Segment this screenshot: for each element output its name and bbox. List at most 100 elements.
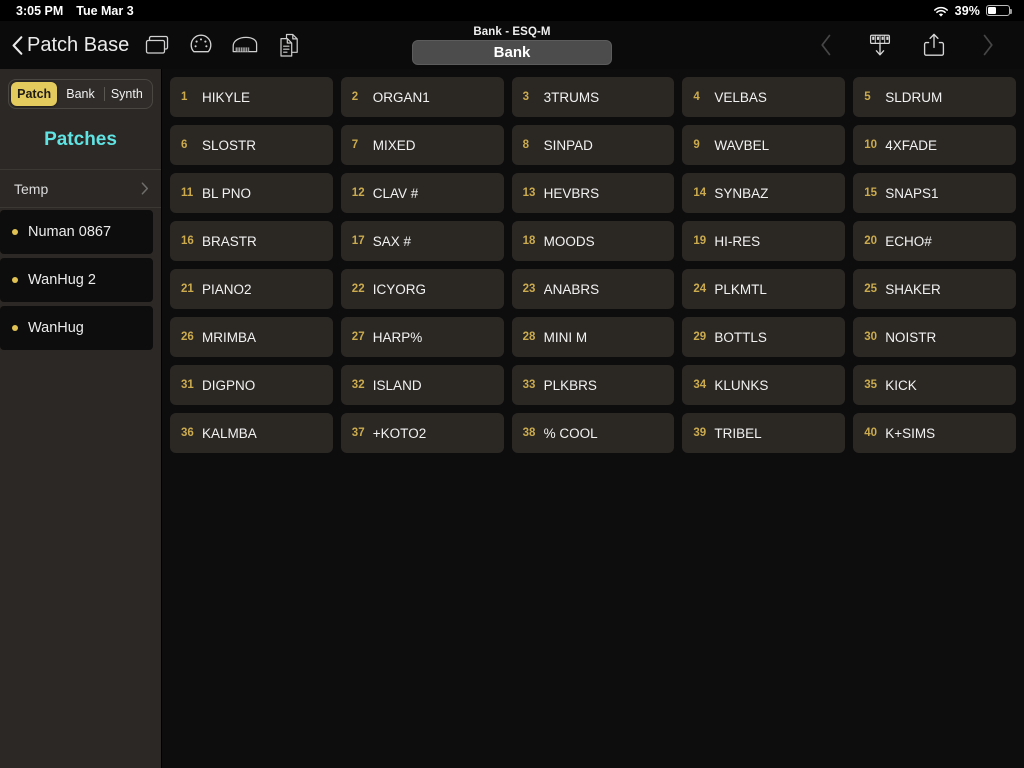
patch-cell[interactable]: 15 SNAPS1 (853, 173, 1016, 213)
patch-cell[interactable]: 37 +KOTO2 (340, 413, 504, 453)
midi-connector-icon[interactable] (179, 25, 223, 65)
patch-cell[interactable]: 4 VELBAS (682, 77, 846, 117)
status-dot-icon (12, 229, 18, 235)
duplicate-document-icon[interactable] (267, 25, 311, 65)
patch-cell[interactable]: 7 MIXED (340, 125, 504, 165)
patch-name: ECHO# (885, 233, 932, 249)
chevron-left-icon (12, 35, 23, 55)
patch-cell[interactable]: 1 HIKYLE (170, 77, 333, 117)
patch-cell[interactable]: 6 SLOSTR (170, 125, 333, 165)
patch-cell[interactable]: 12 CLAV # (340, 173, 504, 213)
send-to-synth-icon[interactable] (858, 25, 902, 65)
patch-number: 7 (351, 139, 359, 151)
patch-name: PLKBRS (543, 377, 597, 393)
patch-cell[interactable]: 34 KLUNKS (682, 365, 846, 405)
patch-cell[interactable]: 36 KALMBA (170, 413, 333, 453)
patch-cell[interactable]: 28 MINI M (511, 317, 675, 357)
sidebar-segment-patch[interactable]: Patch (11, 82, 58, 106)
patch-name: DIGPNO (202, 377, 256, 393)
patch-number: 5 (864, 91, 871, 103)
sidebar: Patch Bank Synth Patches Temp Numan 0867 (0, 69, 162, 768)
patch-cell[interactable]: 22 ICYORG (340, 269, 504, 309)
piano-icon[interactable] (223, 25, 267, 65)
patch-name: PIANO2 (202, 281, 252, 297)
sidebar-segment-bank[interactable]: Bank (57, 82, 103, 106)
status-date: Tue Mar 3 (76, 3, 134, 18)
navbar-right-group (804, 25, 1010, 65)
app-root: 3:05 PM Tue Mar 3 39% Patch Base Bank - … (0, 0, 1024, 768)
patch-cell[interactable]: 26 MRIMBA (170, 317, 333, 357)
patch-number: 36 (181, 427, 194, 439)
share-icon[interactable] (912, 25, 956, 65)
wifi-icon (933, 6, 949, 18)
page-title: Bank - ESQ-M (473, 25, 551, 38)
patch-name: K+SIMS (885, 425, 936, 441)
patch-cell[interactable]: 30 NOISTR (853, 317, 1016, 357)
patch-name: KICK (885, 377, 917, 393)
patch-name: KALMBA (202, 425, 257, 441)
sidebar-section-temp[interactable]: Temp (0, 170, 161, 208)
patch-name: MOODS (543, 233, 595, 249)
bank-segment-button[interactable]: Bank (412, 39, 612, 65)
patch-name: CLAV # (372, 185, 419, 201)
patch-cell[interactable]: 11 BL PNO (170, 173, 333, 213)
patch-number: 6 (181, 139, 188, 151)
patch-name: ANABRS (543, 281, 600, 297)
navigation-bar: Patch Base Bank - ESQ-M Bank (0, 21, 1024, 69)
patch-cell[interactable]: 3 3TRUMS (511, 77, 675, 117)
chevron-right-icon (141, 182, 149, 195)
patch-name: WAVBEL (714, 137, 770, 153)
patch-cell[interactable]: 19 HI-RES (682, 221, 846, 261)
patch-name: ISLAND (372, 377, 422, 393)
sidebar-segment-synth[interactable]: Synth (103, 82, 150, 106)
patch-cell[interactable]: 16 BRASTR (170, 221, 333, 261)
patch-cell[interactable]: 39 TRIBEL (682, 413, 846, 453)
patch-number: 12 (351, 187, 365, 199)
patch-cell[interactable]: 9 WAVBEL (682, 125, 846, 165)
patch-cell[interactable]: 35 KICK (853, 365, 1016, 405)
patch-cell[interactable]: 14 SYNBAZ (682, 173, 846, 213)
windows-icon[interactable] (135, 25, 179, 65)
list-item[interactable]: WanHug (0, 306, 153, 350)
patch-number: 21 (181, 283, 194, 295)
sidebar-heading: Patches (0, 109, 161, 170)
body: Patch Bank Synth Patches Temp Numan 0867 (0, 69, 1024, 768)
chevron-right-nav-icon[interactable] (966, 25, 1010, 65)
patch-cell[interactable]: 25 SHAKER (853, 269, 1016, 309)
patch-number: 2 (351, 91, 359, 103)
patch-cell[interactable]: 20 ECHO# (853, 221, 1016, 261)
patch-cell[interactable]: 27 HARP% (340, 317, 504, 357)
patch-cell[interactable]: 5 SLDRUM (853, 77, 1016, 117)
patch-cell[interactable]: 31 DIGPNO (170, 365, 333, 405)
status-bar: 3:05 PM Tue Mar 3 39% (0, 0, 1024, 21)
patch-name: SINPAD (543, 137, 593, 153)
chevron-left-nav-icon[interactable] (804, 25, 848, 65)
patch-cell[interactable]: 32 ISLAND (340, 365, 504, 405)
patch-cell[interactable]: 13 HEVBRS (511, 173, 675, 213)
patch-cell[interactable]: 23 ANABRS (511, 269, 675, 309)
patch-cell[interactable]: 24 PLKMTL (682, 269, 846, 309)
patch-name: +KOTO2 (372, 425, 427, 441)
patch-cell[interactable]: 38 % COOL (511, 413, 675, 453)
list-item[interactable]: Numan 0867 (0, 210, 153, 254)
list-item[interactable]: WanHug 2 (0, 258, 153, 302)
patch-cell[interactable]: 8 SINPAD (511, 125, 675, 165)
patch-number: 19 (693, 235, 707, 247)
patch-number: 3 (522, 91, 529, 103)
patch-grid-area: 1 HIKYLE 2 ORGAN1 3 3TRUMS 4 VELBAS 5 SLDRUM 6 SLOS… (162, 69, 1024, 768)
patch-cell[interactable]: 29 BOTTLS (682, 317, 846, 357)
patch-number: 24 (693, 283, 707, 295)
patch-cell[interactable]: 2 ORGAN1 (340, 77, 504, 117)
patch-name: SLDRUM (885, 89, 943, 105)
patch-name: ORGAN1 (372, 89, 430, 105)
patch-cell[interactable]: 10 4XFADE (853, 125, 1016, 165)
patch-number: 33 (522, 379, 536, 391)
patch-cell[interactable]: 18 MOODS (511, 221, 675, 261)
back-button[interactable]: Patch Base (8, 32, 135, 59)
patch-name: HEVBRS (543, 185, 600, 201)
patch-cell[interactable]: 17 SAX # (340, 221, 504, 261)
patch-cell[interactable]: 40 K+SIMS (853, 413, 1016, 453)
patch-cell[interactable]: 21 PIANO2 (170, 269, 333, 309)
patch-name: SNAPS1 (885, 185, 939, 201)
patch-cell[interactable]: 33 PLKBRS (511, 365, 675, 405)
